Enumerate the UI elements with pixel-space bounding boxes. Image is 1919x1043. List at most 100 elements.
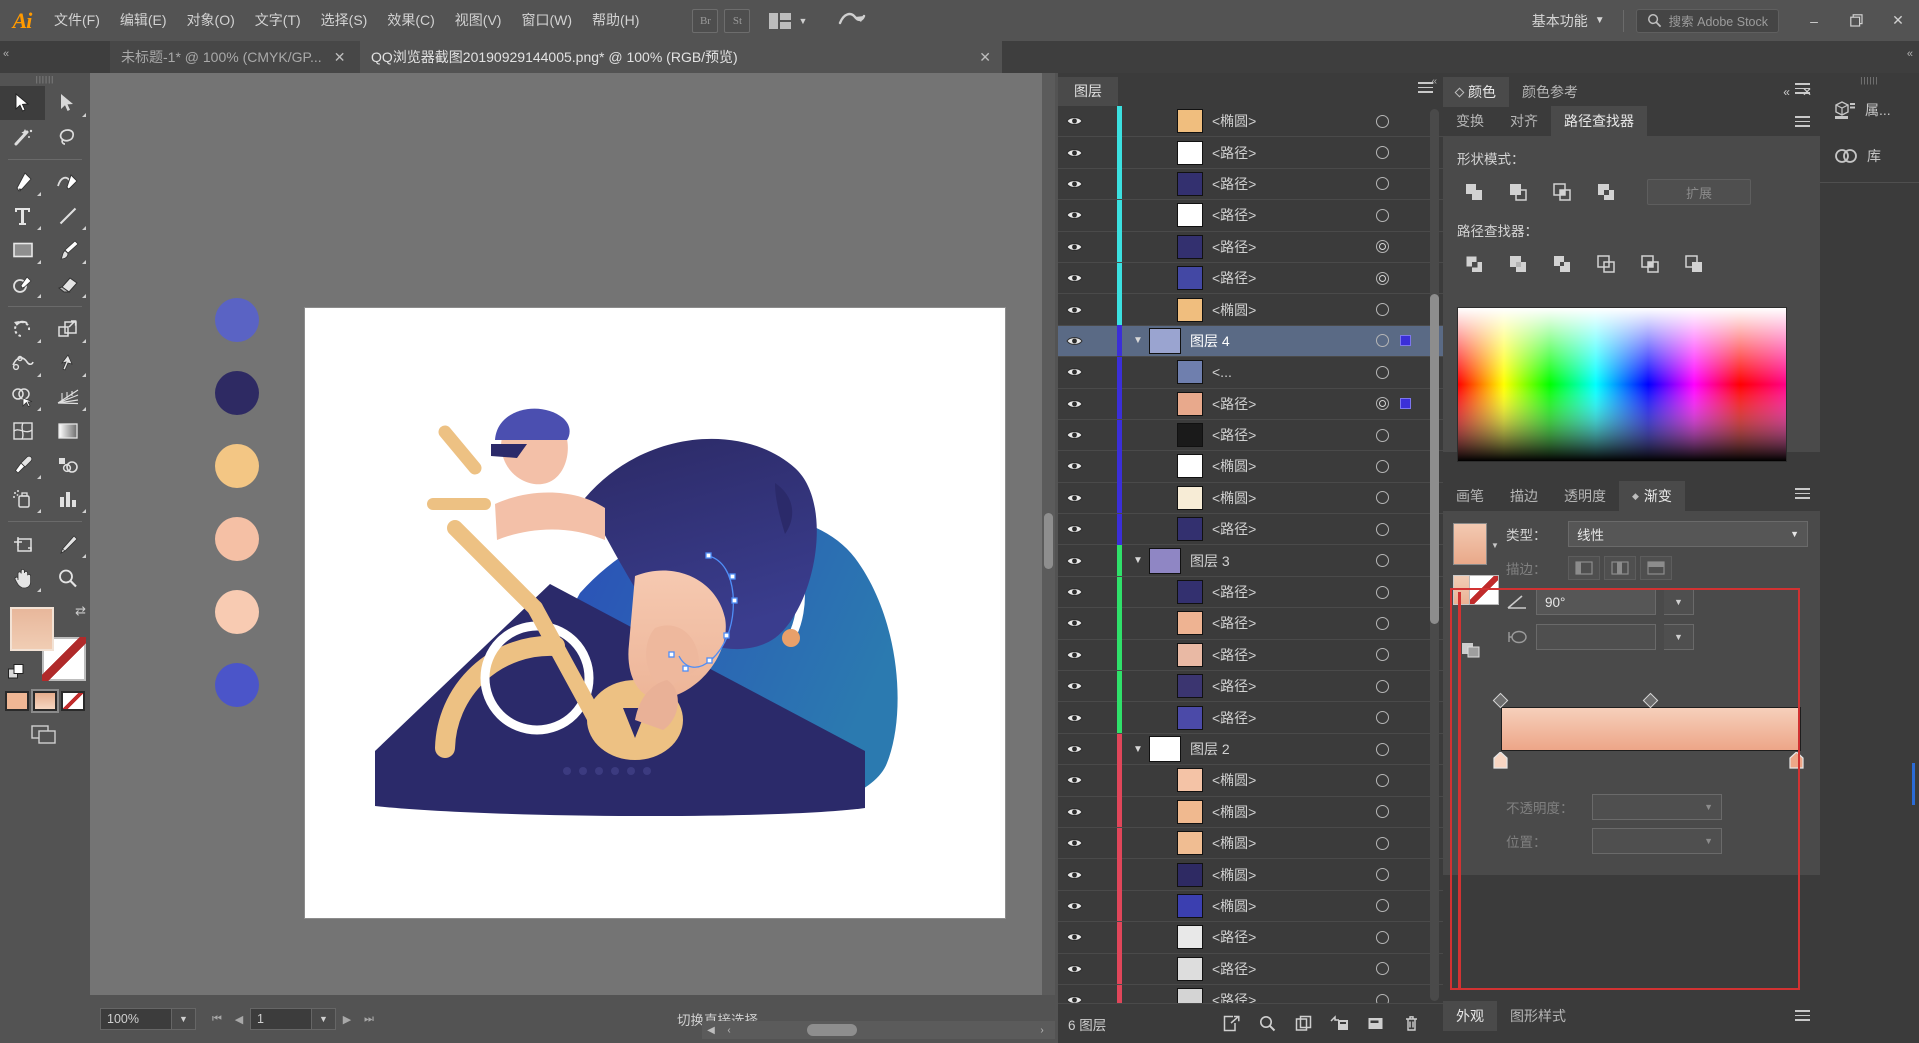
layers-scrollbar[interactable] — [1430, 109, 1439, 1001]
stock-button[interactable]: St — [724, 8, 751, 33]
close-button[interactable]: ✕ — [1877, 0, 1919, 41]
eye-icon[interactable] — [1058, 304, 1091, 316]
selection-indicator[interactable] — [1400, 398, 1411, 410]
collapse-icon[interactable]: « — [1783, 85, 1790, 99]
mesh-tool[interactable] — [0, 414, 45, 448]
layer-item-row[interactable]: <椭圆> — [1058, 482, 1443, 515]
aspect-dropdown-icon[interactable]: ▼ — [1664, 624, 1694, 650]
intersect-icon[interactable] — [1545, 178, 1579, 206]
gradient-start-stop-handle[interactable] — [1492, 692, 1509, 709]
stroke-within-icon[interactable] — [1568, 556, 1600, 580]
pathfinder-panel-menu-icon[interactable] — [1795, 116, 1810, 127]
divide-icon[interactable] — [1457, 250, 1491, 278]
tab-layers[interactable]: 图层 — [1058, 77, 1118, 106]
target-indicator[interactable] — [1376, 679, 1389, 693]
eye-icon[interactable] — [1058, 963, 1091, 975]
fill-swatch[interactable] — [10, 607, 54, 651]
target-indicator[interactable] — [1376, 742, 1389, 756]
eye-icon[interactable] — [1058, 209, 1091, 221]
gradient-preview-swatch[interactable] — [1453, 523, 1487, 565]
layer-item-row[interactable]: <椭圆> — [1058, 451, 1443, 483]
slice-tool[interactable] — [45, 527, 90, 561]
locate-object-icon[interactable] — [1213, 1011, 1249, 1037]
none-fill-button[interactable] — [61, 691, 85, 711]
chevron-down-icon[interactable]: ▼ — [1127, 744, 1149, 755]
layer-item-row[interactable]: <椭圆> — [1058, 890, 1443, 923]
palette-dot[interactable] — [215, 590, 259, 634]
minus-front-icon[interactable] — [1501, 178, 1535, 206]
layer-item-row[interactable]: <椭圆> — [1058, 764, 1443, 797]
menu-edit[interactable]: 编辑(E) — [110, 0, 177, 41]
perspective-grid-tool[interactable] — [45, 380, 90, 414]
target-indicator[interactable] — [1376, 428, 1389, 442]
layer-item-row[interactable]: <路径> — [1058, 199, 1443, 232]
menu-type[interactable]: 文字(T) — [245, 0, 311, 41]
eye-icon[interactable] — [1058, 335, 1091, 347]
layer-item-row[interactable]: <路径> — [1058, 168, 1443, 201]
menu-view[interactable]: 视图(V) — [445, 0, 512, 41]
merge-icon[interactable] — [1545, 250, 1579, 278]
layer-row[interactable]: ▼ 图层 4 — [1058, 325, 1443, 358]
outline-icon[interactable] — [1633, 250, 1667, 278]
target-indicator[interactable] — [1376, 114, 1389, 128]
close-icon[interactable]: ✕ — [334, 49, 346, 66]
gradient-opacity-select[interactable]: ▼ — [1592, 794, 1722, 820]
target-indicator[interactable] — [1376, 146, 1389, 160]
free-transform-tool[interactable] — [45, 346, 90, 380]
layer-item-row[interactable]: <路径> — [1058, 419, 1443, 452]
target-indicator[interactable] — [1376, 930, 1389, 944]
menu-select[interactable]: 选择(S) — [311, 0, 378, 41]
eye-icon[interactable] — [1058, 429, 1091, 441]
pen-tool[interactable] — [0, 165, 45, 199]
gradient-aspect-input[interactable] — [1536, 624, 1656, 650]
gradient-midpoint-handle[interactable] — [1642, 692, 1659, 709]
eye-icon[interactable] — [1058, 272, 1091, 284]
eye-icon[interactable] — [1058, 147, 1091, 159]
target-indicator[interactable] — [1376, 522, 1389, 536]
swap-fill-stroke-icon[interactable]: ⇄ — [75, 603, 86, 619]
workspace-switcher[interactable]: 基本功能 ▼ — [1522, 8, 1615, 34]
eye-icon[interactable] — [1058, 837, 1091, 849]
shaper-tool[interactable] — [0, 267, 45, 301]
rotate-tool[interactable] — [0, 312, 45, 346]
layers-list[interactable]: <椭圆> <路径> <路径> <路径> <路径> <路径> <椭圆> ▼ 图层 4 <... <路径… — [1058, 106, 1443, 1003]
angle-dropdown-icon[interactable]: ▼ — [1664, 589, 1694, 615]
gradient-tool[interactable] — [45, 414, 90, 448]
artboard-tool[interactable] — [0, 527, 45, 561]
eye-icon[interactable] — [1058, 523, 1091, 535]
scale-tool[interactable] — [45, 312, 90, 346]
palette-dot[interactable] — [215, 298, 259, 342]
stock-search-input[interactable]: 搜索 Adobe Stock — [1635, 8, 1779, 33]
line-segment-tool[interactable] — [45, 199, 90, 233]
direct-selection-tool[interactable] — [45, 86, 90, 120]
shape-builder-tool[interactable] — [0, 380, 45, 414]
layer-item-row[interactable]: <路径> — [1058, 388, 1443, 420]
layer-item-row[interactable]: <路径> — [1058, 137, 1443, 169]
layer-item-row[interactable]: <路径> — [1058, 513, 1443, 546]
layer-item-row[interactable]: <路径> — [1058, 262, 1443, 295]
last-artboard-button[interactable]: ⏭ — [358, 1008, 380, 1030]
eye-icon[interactable] — [1058, 680, 1091, 692]
layer-item-row[interactable]: <路径> — [1058, 953, 1443, 985]
layer-item-row[interactable]: <路径> — [1058, 639, 1443, 672]
tab-stroke[interactable]: 描边 — [1497, 481, 1551, 511]
eye-icon[interactable] — [1058, 900, 1091, 912]
stroke-across-icon[interactable] — [1640, 556, 1672, 580]
eye-icon[interactable] — [1058, 178, 1091, 190]
layer-item-row[interactable]: <椭圆> — [1058, 106, 1443, 138]
eye-icon[interactable] — [1058, 586, 1091, 598]
rail-drag-handle[interactable]: |||||| — [1820, 73, 1919, 87]
type-tool[interactable] — [0, 199, 45, 233]
eye-icon[interactable] — [1058, 617, 1091, 629]
layer-item-row[interactable]: <椭圆> — [1058, 827, 1443, 860]
layer-item-row[interactable]: <椭圆> — [1058, 796, 1443, 828]
new-layer-button-icon[interactable] — [1357, 1011, 1393, 1037]
palette-dot[interactable] — [215, 663, 259, 707]
chevron-down-icon[interactable]: ▼ — [1127, 335, 1149, 346]
scrollbar-thumb[interactable] — [1044, 513, 1053, 569]
menu-effect[interactable]: 效果(C) — [377, 0, 444, 41]
menu-object[interactable]: 对象(O) — [177, 0, 245, 41]
rail-item-libraries[interactable]: 库 — [1820, 133, 1919, 179]
expand-button[interactable]: 扩展 — [1647, 179, 1751, 205]
blend-tool[interactable] — [45, 448, 90, 482]
